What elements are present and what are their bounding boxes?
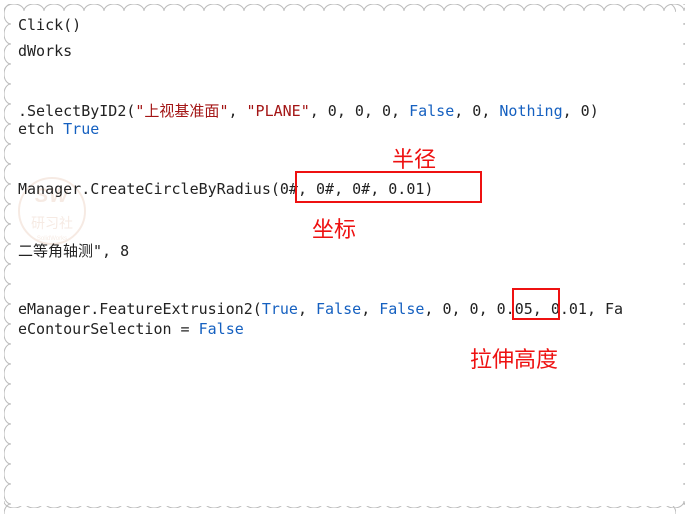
annotation-coord: 坐标 (312, 212, 356, 244)
highlight-box-height (512, 288, 560, 320)
code-line-8: eContourSelection = False (18, 320, 244, 338)
code-line-3: .SelectByID2("上视基准面", "PLANE", 0, 0, 0, … (18, 100, 599, 121)
code-panel: SW 研习社 SolidWorks Click() dWorks .Select… (12, 12, 677, 506)
highlight-box-params (295, 171, 482, 203)
watermark-mid: 研习社 (20, 213, 84, 233)
code-line-4: etch True (18, 120, 99, 138)
code-line-2: dWorks (18, 42, 72, 60)
code-line-6: 二等角轴测", 8 (18, 240, 129, 261)
annotation-height: 拉伸高度 (470, 342, 558, 374)
code-line-1: Click() (18, 16, 81, 34)
annotation-radius: 半径 (392, 142, 436, 174)
